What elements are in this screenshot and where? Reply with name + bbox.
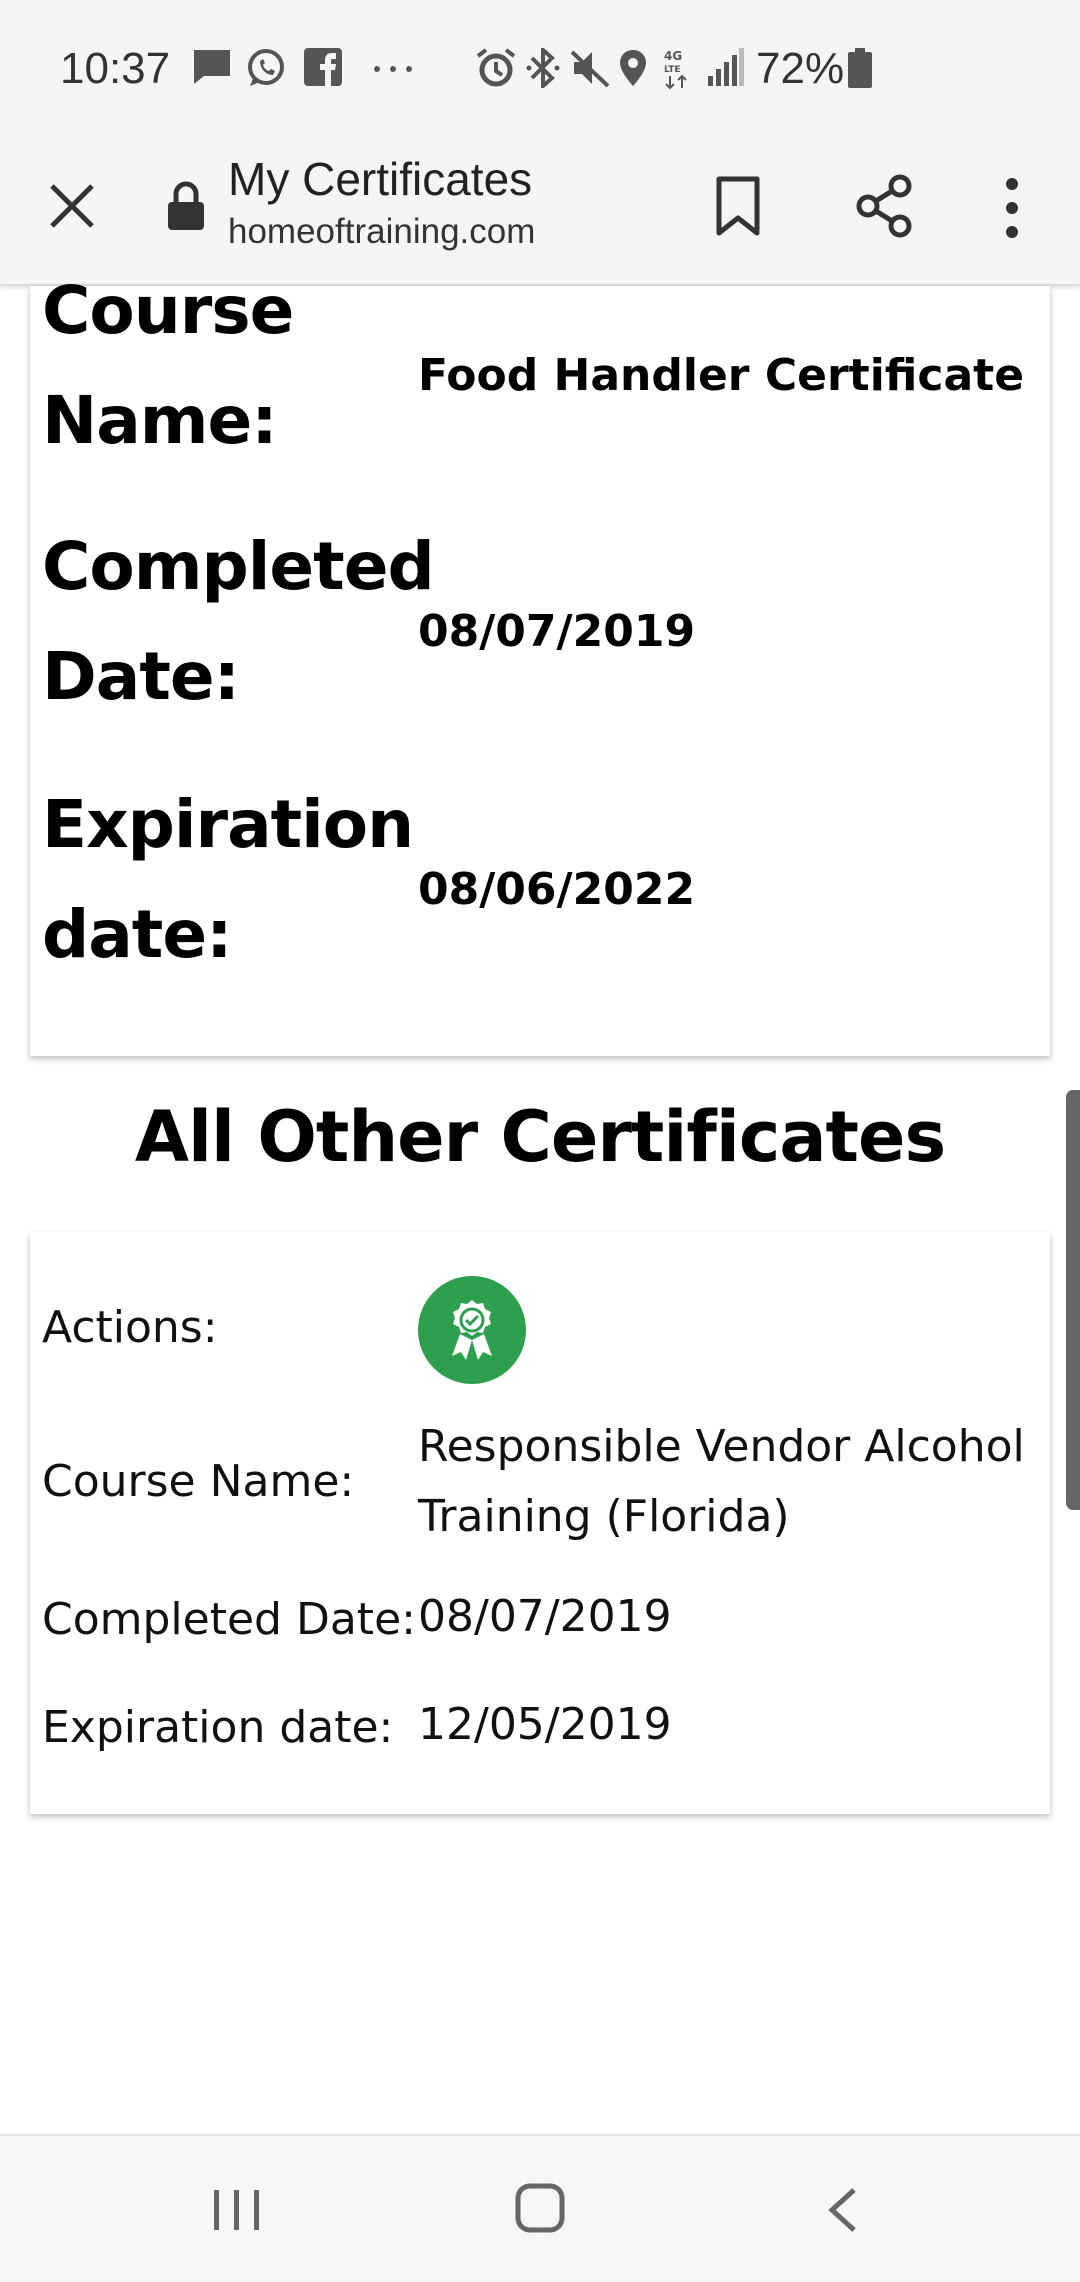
svg-text:4G: 4G (664, 49, 682, 63)
scrollbar-thumb[interactable] (1066, 1090, 1080, 1510)
completed-date-value: 08/07/2019 (418, 1591, 672, 1642)
share-icon[interactable] (852, 174, 916, 238)
whatsapp-icon (248, 49, 284, 86)
bluetooth-icon (526, 48, 560, 88)
course-name-value: Food Handler Certificate (418, 350, 1025, 401)
status-bar: 10:37 4G LTE 72% (0, 0, 1080, 140)
completed-date-label: Completed Date: (42, 528, 435, 715)
location-icon (620, 50, 646, 86)
signal-icon (708, 48, 744, 86)
close-icon[interactable] (46, 180, 98, 232)
course-name-label: Course Name: (42, 272, 294, 459)
page-title: My Certificates (228, 153, 533, 205)
recent-apps-icon[interactable] (212, 2188, 262, 2232)
completed-date-label: Completed Date: (42, 1594, 416, 1645)
svg-text:LTE: LTE (664, 65, 681, 75)
course-name-label: Course Name: (42, 1456, 355, 1507)
back-icon[interactable] (826, 2186, 860, 2234)
more-vert-icon[interactable] (998, 176, 1026, 240)
certificate-award-icon (452, 1300, 492, 1360)
status-time: 10:37 (60, 44, 171, 93)
view-certificate-button[interactable] (418, 1276, 526, 1384)
4g-lte-icon: 4G LTE (664, 49, 687, 90)
more-notifications-icon (374, 66, 412, 72)
section-title-other-certificates: All Other Certificates (134, 1096, 946, 1178)
bookmark-icon[interactable] (714, 176, 762, 236)
actions-label: Actions: (42, 1302, 218, 1353)
completed-date-value: 08/07/2019 (418, 606, 696, 657)
expiration-date-value: 08/06/2022 (418, 864, 696, 915)
mute-icon (570, 50, 610, 88)
page-url[interactable]: homeoftraining.com (228, 212, 535, 252)
certificate-card: Actions: Course Name: Responsible Vendor… (30, 1232, 1050, 1814)
facebook-icon (304, 48, 342, 86)
battery-percent: 72% (756, 44, 845, 93)
expiration-date-label: Expiration date: (42, 1702, 394, 1753)
expiration-date-value: 12/05/2019 (418, 1699, 672, 1750)
current-certificate-card: Course Name: Food Handler Certificate Co… (30, 272, 1050, 1056)
expiration-date-label: Expiration date: (42, 786, 414, 973)
battery-icon (848, 48, 872, 88)
home-icon[interactable] (514, 2182, 566, 2234)
system-navigation-bar (0, 2134, 1080, 2282)
message-icon (194, 50, 230, 84)
lock-icon (168, 181, 204, 230)
alarm-icon (476, 48, 516, 87)
course-name-value: Responsible Vendor Alcohol Training (Flo… (418, 1421, 1025, 1542)
